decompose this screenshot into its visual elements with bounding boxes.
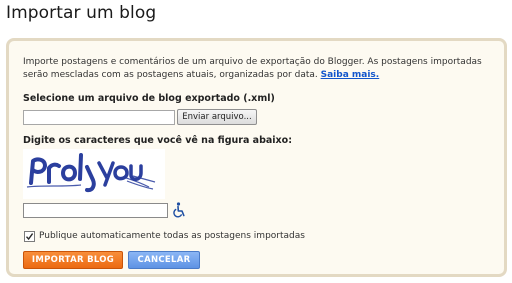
auto-publish-checkbox[interactable] [24, 231, 35, 242]
captcha-image [23, 149, 165, 199]
captcha-input[interactable] [23, 203, 168, 218]
auto-publish-label: Publique automaticamente todas as postag… [39, 231, 305, 241]
description-text: Importe postagens e comentários de um ar… [23, 57, 482, 80]
cancel-button[interactable]: CANCELAR [128, 251, 200, 269]
import-blog-page: Importar um blog Importe postagens e com… [0, 0, 512, 283]
learn-more-link[interactable]: Saiba mais. [321, 70, 380, 80]
import-description: Importe postagens e comentários de um ar… [23, 56, 493, 82]
upload-file-button[interactable]: Enviar arquivo... [177, 109, 257, 125]
file-path-input[interactable] [23, 110, 175, 125]
page-title: Importar um blog [6, 3, 157, 23]
import-panel: Importe postagens e comentários de um ar… [6, 38, 507, 277]
import-blog-button[interactable]: IMPORTAR BLOG [23, 251, 123, 269]
captcha-label: Digite os caracteres que você vê na figu… [23, 135, 293, 146]
wheelchair-accessibility-icon[interactable] [172, 202, 186, 218]
file-label: Selecione um arquivo de blog exportado (… [23, 93, 275, 104]
